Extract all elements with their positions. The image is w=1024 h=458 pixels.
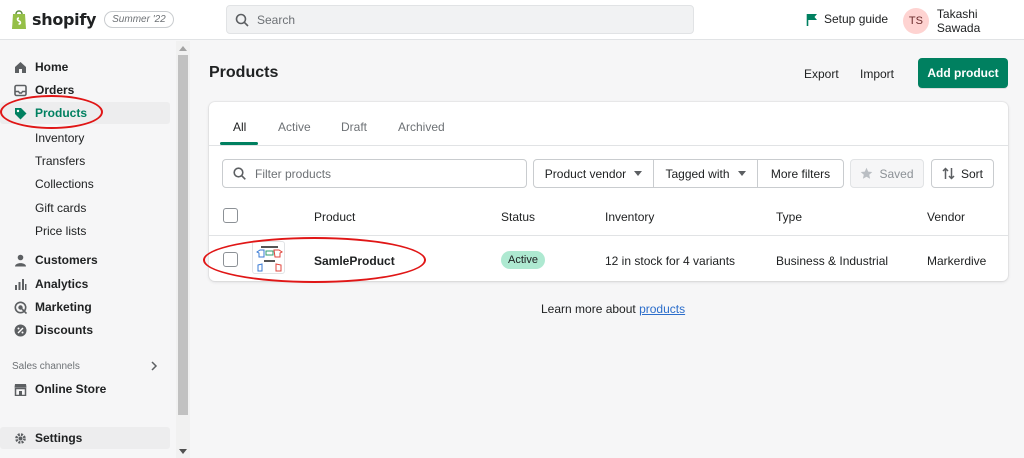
- sidebar-item-orders[interactable]: Orders: [0, 79, 170, 101]
- star-icon: [861, 167, 873, 179]
- add-product-button[interactable]: Add product: [918, 58, 1008, 88]
- avatar: TS: [903, 8, 929, 34]
- learn-more-prefix: Learn more about: [541, 302, 640, 316]
- search-input[interactable]: [257, 12, 677, 27]
- column-header-vendor[interactable]: Vendor: [927, 210, 965, 224]
- sidebar-item-label: Analytics: [35, 277, 89, 291]
- shopify-logo[interactable]: shopify Summer '22: [10, 8, 174, 30]
- user-menu[interactable]: TS Takashi Sawada: [903, 7, 1024, 35]
- scroll-up-arrow-icon[interactable]: [179, 45, 187, 51]
- sidebar-item-label: Products: [35, 106, 88, 120]
- more-filters-label: More filters: [770, 166, 831, 181]
- saved-button[interactable]: Saved: [850, 159, 924, 188]
- more-filters-button[interactable]: More filters: [757, 159, 844, 188]
- sidebar-item-label: Discounts: [35, 323, 94, 337]
- tab-archived[interactable]: Archived: [398, 120, 445, 134]
- tab-all[interactable]: All: [233, 120, 246, 134]
- orders-icon: [14, 84, 27, 96]
- type-cell: Business & Industrial: [776, 254, 889, 268]
- column-header-product[interactable]: Product: [314, 210, 355, 224]
- sidebar-item-analytics[interactable]: Analytics: [0, 273, 170, 295]
- tshirt-thumbnail-image: [256, 246, 283, 272]
- active-tab-indicator: [220, 142, 258, 145]
- column-header-status[interactable]: Status: [501, 210, 535, 224]
- sort-button[interactable]: Sort: [931, 159, 994, 188]
- column-header-inventory[interactable]: Inventory: [605, 210, 654, 224]
- person-icon: [15, 254, 26, 266]
- status-badge: Active: [501, 251, 545, 269]
- product-tabs: All Active Draft Archived: [209, 102, 1008, 146]
- sidebar-item-online-store[interactable]: Online Store: [0, 378, 170, 400]
- sidebar-item-settings[interactable]: Settings: [0, 427, 170, 449]
- chevron-right-icon[interactable]: [150, 361, 158, 371]
- gear-icon: [15, 432, 26, 444]
- sidebar-item-label: Home: [35, 60, 69, 74]
- search-icon: [233, 167, 246, 180]
- search-icon: [235, 13, 249, 27]
- flag-icon: [806, 13, 817, 26]
- tagged-with-filter[interactable]: Tagged with: [653, 159, 758, 188]
- sidebar-item-marketing[interactable]: Marketing: [0, 296, 170, 318]
- product-vendor-filter[interactable]: Product vendor: [533, 159, 654, 188]
- sort-label: Sort: [960, 166, 983, 181]
- learn-more-text: Learn more about products: [541, 302, 685, 316]
- sidebar-item-label: Online Store: [35, 382, 107, 396]
- inventory-cell: 12 in stock for 4 variants: [605, 254, 736, 268]
- saved-label: Saved: [879, 166, 914, 181]
- scroll-down-arrow-icon[interactable]: [179, 449, 187, 455]
- vendor-cell: Markerdive: [927, 254, 987, 268]
- setup-guide-button[interactable]: Setup guide: [806, 12, 888, 26]
- sidebar-scrollbar[interactable]: [176, 41, 190, 458]
- sidebar-item-products[interactable]: Products: [0, 102, 170, 124]
- learn-more-products-link[interactable]: products: [639, 302, 685, 316]
- global-search[interactable]: [226, 5, 694, 34]
- tag-icon: [15, 107, 27, 119]
- sidebar-item-label: Marketing: [35, 300, 92, 314]
- sidebar-item-label: Settings: [35, 431, 83, 445]
- home-icon: [15, 61, 26, 73]
- sidebar-item-label: Customers: [35, 253, 98, 267]
- product-thumbnail[interactable]: [252, 241, 285, 274]
- scrollbar-thumb[interactable]: [178, 55, 188, 415]
- caret-down-icon: [634, 171, 643, 176]
- table-divider: [209, 235, 1008, 236]
- discount-icon: [14, 324, 27, 336]
- product-vendor-label: Product vendor: [544, 166, 627, 181]
- sort-icon: [942, 167, 955, 180]
- setup-guide-label: Setup guide: [824, 12, 889, 26]
- filter-products-input[interactable]: [255, 166, 525, 181]
- sidebar-subitem-inventory[interactable]: Inventory: [35, 131, 84, 145]
- top-bar: shopify Summer '22 Setup guide TS Takash…: [0, 0, 1024, 40]
- products-card: All Active Draft Archived Product vendor…: [209, 102, 1008, 281]
- sidebar-item-label: Orders: [35, 83, 75, 97]
- sidebar-subitem-collections[interactable]: Collections: [35, 177, 94, 191]
- store-icon: [14, 383, 27, 396]
- column-header-type[interactable]: Type: [776, 210, 802, 224]
- row-checkbox[interactable]: [223, 252, 238, 267]
- sidebar-subitem-gift-cards[interactable]: Gift cards: [35, 201, 86, 215]
- sales-channels-heading: Sales channels: [12, 361, 80, 372]
- marketing-icon: [14, 301, 27, 314]
- sidebar-item-discounts[interactable]: Discounts: [0, 319, 170, 341]
- tab-active[interactable]: Active: [278, 120, 311, 134]
- sidebar-item-home[interactable]: Home: [0, 56, 170, 78]
- export-button[interactable]: Export: [804, 67, 839, 81]
- analytics-icon: [15, 278, 27, 290]
- tagged-with-label: Tagged with: [665, 166, 730, 181]
- user-name: Takashi Sawada: [936, 7, 981, 35]
- sidebar-subitem-price-lists[interactable]: Price lists: [35, 224, 86, 238]
- product-name-link[interactable]: SamleProduct: [314, 254, 395, 268]
- caret-down-icon: [737, 171, 746, 176]
- tab-draft[interactable]: Draft: [341, 120, 367, 134]
- filter-products-field[interactable]: [222, 159, 527, 188]
- sidebar: Home Orders Products Inventory Transfers…: [0, 41, 176, 458]
- page-title: Products: [209, 64, 279, 81]
- select-all-checkbox[interactable]: [223, 208, 238, 223]
- import-button[interactable]: Import: [860, 67, 894, 81]
- sidebar-subitem-transfers[interactable]: Transfers: [35, 154, 85, 168]
- shopify-bag-icon: [12, 10, 26, 29]
- brand-name: shopify: [32, 9, 97, 29]
- edition-badge: Summer '22: [104, 10, 174, 28]
- sidebar-item-customers[interactable]: Customers: [0, 249, 170, 271]
